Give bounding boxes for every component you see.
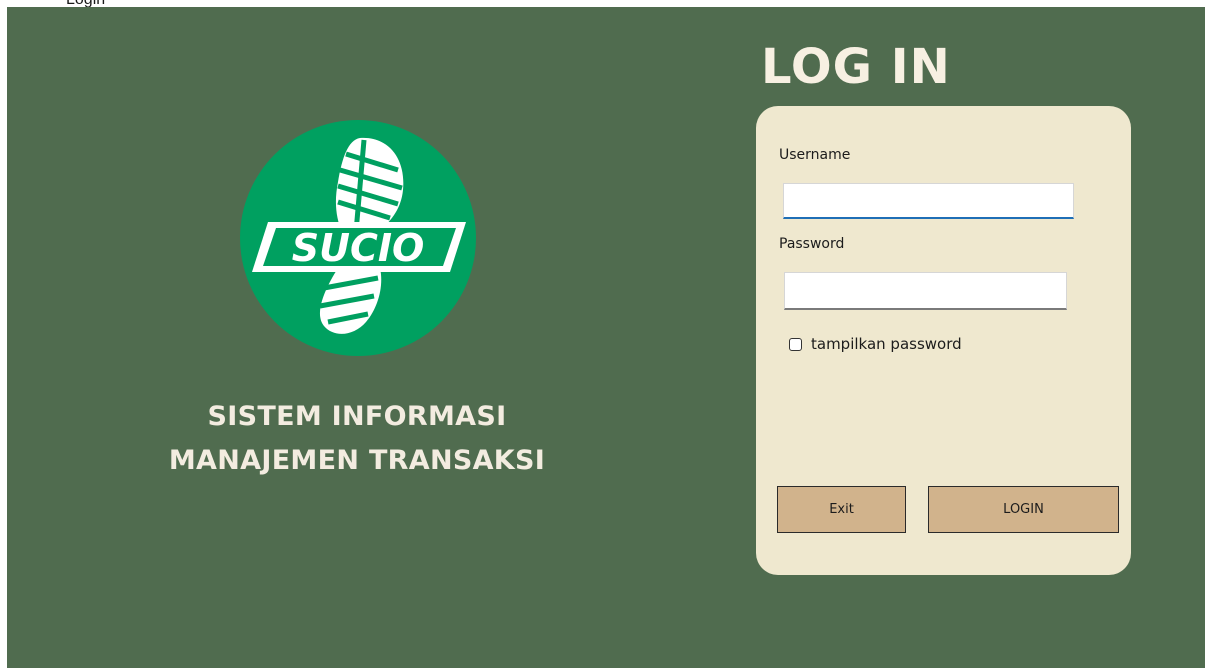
app-subtitle: SISTEM INFORMASI MANAJEMEN TRANSAKSI — [87, 395, 627, 483]
password-label: Password — [779, 236, 845, 252]
login-button[interactable]: LOGIN — [928, 486, 1119, 533]
show-password-toggle[interactable]: tampilkan password — [789, 334, 962, 354]
login-title: LOG IN — [761, 39, 951, 95]
sucio-logo: SUCIO — [238, 118, 478, 358]
login-screen: SUCIO SISTEM INFORMASI MANAJEMEN TRANSAK… — [7, 7, 1205, 668]
username-label: Username — [779, 147, 851, 163]
show-password-checkbox[interactable] — [789, 337, 802, 351]
logo-text: SUCIO — [292, 226, 425, 270]
app-subtitle-line1: SISTEM INFORMASI — [207, 401, 507, 432]
app-window: Login — [0, 0, 1206, 668]
app-subtitle-line2: MANAJEMEN TRANSAKSI — [168, 445, 546, 476]
exit-button[interactable]: Exit — [777, 486, 906, 533]
username-input[interactable] — [783, 183, 1074, 219]
login-panel: Username Password tampilkan password Exi… — [756, 106, 1131, 575]
show-password-label: tampilkan password — [811, 335, 962, 353]
password-input[interactable] — [784, 272, 1067, 310]
